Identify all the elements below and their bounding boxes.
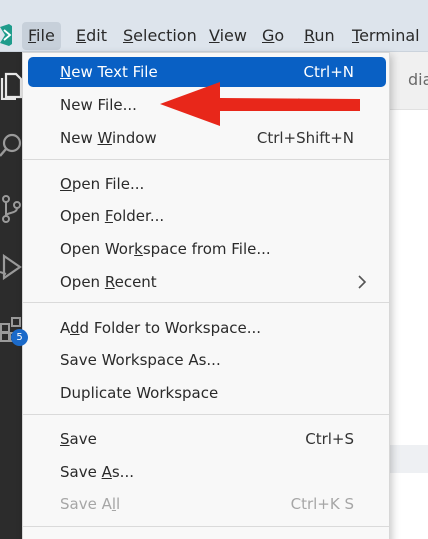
- menu-item-label: Duplicate Workspace: [60, 384, 219, 402]
- screenshot-root: dia File Edit Selection View Go Run Terminal: [0, 0, 428, 539]
- menu-item-label: Open Folder...: [60, 207, 165, 225]
- menu-item-label: Open Workspace from File...: [60, 240, 271, 258]
- menu-item-label: Open Recent: [60, 273, 157, 291]
- extensions-badge: 5: [11, 329, 28, 346]
- menu-item-open-folder[interactable]: Open Folder...: [28, 201, 386, 231]
- menu-separator: [23, 526, 389, 527]
- chevron-right-icon: [358, 275, 367, 289]
- editor-highlight-strip: [388, 445, 428, 473]
- menu-item-shortcut: Ctrl+K S: [290, 495, 354, 513]
- menu-item-label: Open File...: [60, 175, 145, 193]
- explorer-icon[interactable]: [0, 70, 22, 100]
- menu-item-open-file[interactable]: Open File...: [28, 169, 386, 199]
- menu-item-duplicate-workspace[interactable]: Duplicate Workspace: [28, 378, 386, 408]
- menu-separator: [23, 414, 389, 415]
- menu-item-label: New Window: [60, 129, 157, 147]
- menu-separator: [23, 159, 389, 160]
- menu-item-label: Save As...: [60, 463, 134, 481]
- menubar-file[interactable]: File: [22, 22, 61, 50]
- editor-tab-label[interactable]: dia: [408, 70, 428, 89]
- menu-separator: [23, 302, 389, 303]
- menubar-run[interactable]: Run: [304, 22, 335, 50]
- search-icon[interactable]: [0, 132, 22, 162]
- menu-item-save-workspace-as[interactable]: Save Workspace As...: [28, 345, 386, 375]
- menubar-selection[interactable]: Selection: [123, 22, 197, 50]
- menu-bar: File Edit Selection View Go Run Terminal: [0, 0, 428, 52]
- menubar-view[interactable]: View: [209, 22, 247, 50]
- vscode-logo-icon: [0, 24, 12, 46]
- editor-area[interactable]: [388, 110, 428, 539]
- activity-bar: [0, 52, 22, 539]
- menu-item-save-all[interactable]: Save All Ctrl+K S: [28, 489, 386, 519]
- annotation-arrow: [160, 82, 360, 126]
- menubar-go[interactable]: Go: [262, 22, 284, 50]
- menubar-terminal[interactable]: Terminal: [352, 22, 420, 50]
- menu-item-add-folder-to-workspace[interactable]: Add Folder to Workspace...: [28, 313, 386, 343]
- menu-item-label: Save All: [60, 495, 121, 513]
- menu-item-label: Save Workspace As...: [60, 351, 221, 369]
- source-control-icon[interactable]: [0, 194, 22, 224]
- menu-item-label: Save: [60, 430, 97, 448]
- run-debug-icon[interactable]: [0, 252, 22, 282]
- menu-item-label: New File...: [60, 96, 137, 114]
- menu-item-save[interactable]: Save Ctrl+S: [28, 424, 386, 454]
- menu-item-shortcut: Ctrl+S: [305, 430, 354, 448]
- menu-item-open-recent[interactable]: Open Recent: [28, 267, 386, 297]
- menu-item-label: New Text File: [60, 63, 158, 81]
- menu-item-label: Add Folder to Workspace...: [60, 319, 262, 337]
- menu-item-save-as[interactable]: Save As...: [28, 457, 386, 487]
- menubar-edit[interactable]: Edit: [76, 22, 107, 50]
- menu-item-open-workspace-from-file[interactable]: Open Workspace from File...: [28, 234, 386, 264]
